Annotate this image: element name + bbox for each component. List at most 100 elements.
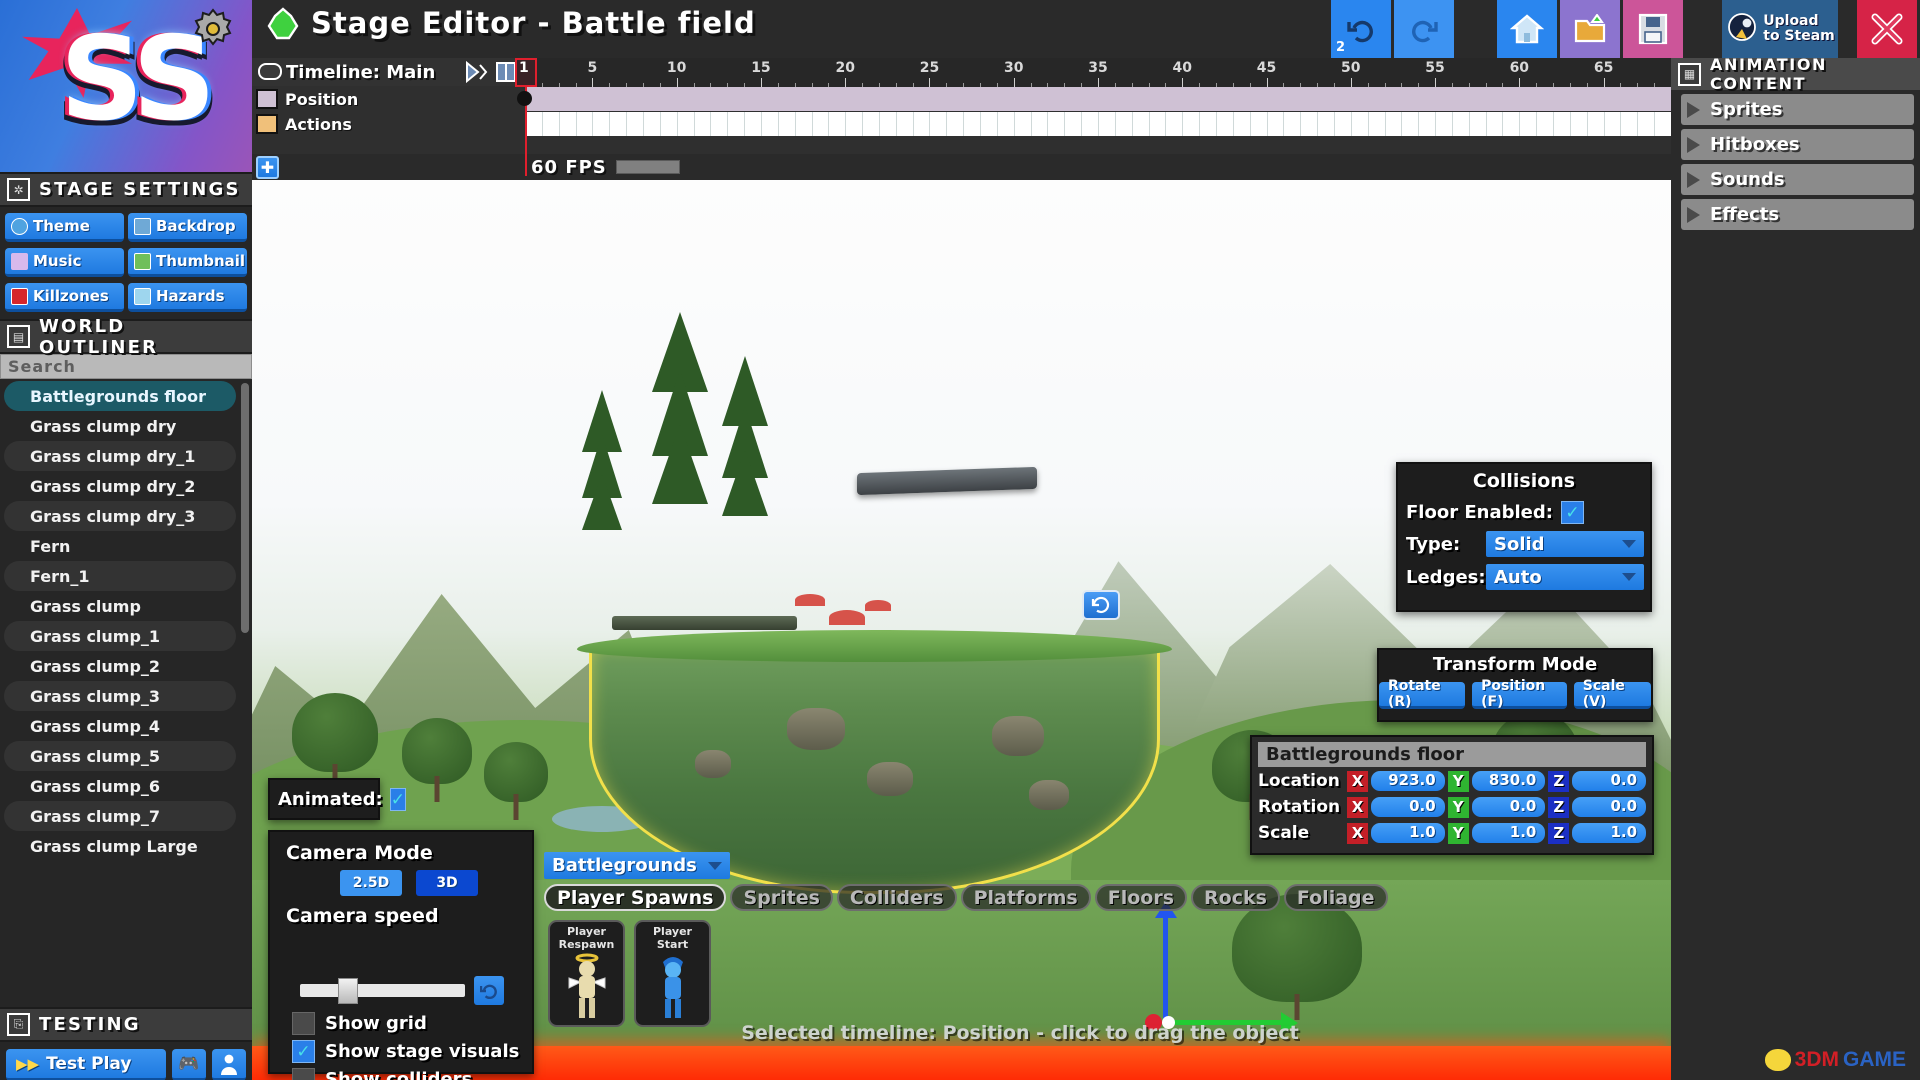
outliner-item[interactable]: Grass clump_4 — [4, 711, 236, 741]
gear-icon[interactable] — [190, 6, 236, 52]
inspector-field-y[interactable]: 830.0 — [1471, 771, 1546, 791]
thumbnail-button[interactable]: Thumbnail — [128, 248, 247, 277]
timeline-panel[interactable]: Timeline: Main 1510152025303540455055606… — [252, 58, 1672, 180]
side-platform[interactable] — [612, 616, 797, 630]
asset-item-player-respawn[interactable]: Player Respawn — [548, 920, 625, 1027]
timeline-ruler[interactable]: 15101520253035404550556065 — [525, 58, 1671, 88]
floor-enabled-checkbox[interactable]: ✓ — [1560, 501, 1584, 524]
keyframe-marker[interactable] — [517, 91, 532, 106]
show-grid-row[interactable]: ✓ Show grid — [292, 1012, 427, 1035]
outliner-scrollbar[interactable] — [241, 383, 249, 633]
theme-button[interactable]: Theme — [5, 213, 124, 242]
lane-gridline — [1199, 112, 1201, 136]
rotate-gizmo-handle[interactable] — [1082, 590, 1120, 620]
show-stage-visuals-row[interactable]: ✓ Show stage visuals — [292, 1040, 519, 1063]
gamepad-button[interactable]: 🎮 — [172, 1049, 206, 1080]
asset-tab[interactable]: Floors — [1094, 884, 1188, 911]
inspector-field-x[interactable]: 0.0 — [1371, 797, 1445, 817]
outliner-item[interactable]: Grass clump_1 — [4, 621, 236, 651]
outliner-list-container[interactable]: Battlegrounds floor Grass clump dry Grass … — [0, 379, 252, 1007]
outliner-item[interactable]: Grass clump_7 — [4, 801, 236, 831]
open-button[interactable] — [1560, 0, 1620, 58]
upload-to-steam-button[interactable]: Upload to Steam — [1722, 0, 1838, 58]
inspector-field-x[interactable]: 923.0 — [1371, 771, 1445, 791]
asset-tab[interactable]: Platforms — [960, 884, 1091, 911]
undo-button[interactable]: 2 — [1331, 0, 1391, 58]
outliner-item[interactable]: Grass clump dry_1 — [4, 441, 236, 471]
outliner-item[interactable]: Grass clump_3 — [4, 681, 236, 711]
asset-tab[interactable]: Rocks — [1191, 884, 1280, 911]
character-button[interactable] — [212, 1049, 246, 1080]
timeline-lane-position[interactable] — [525, 87, 1671, 111]
camera-mode-25d-button[interactable]: 2.5D — [340, 870, 402, 896]
camera-reset-button[interactable] — [474, 976, 504, 1005]
outliner-item[interactable]: Grass clump dry_3 — [4, 501, 236, 531]
inspector-field-z[interactable]: 0.0 — [1572, 797, 1647, 817]
timeline-playhead[interactable]: 1 — [515, 58, 537, 176]
transform-mode-buttons: Rotate (R) Position (F) Scale (V) — [1379, 678, 1651, 710]
inspector-field-y[interactable]: 0.0 — [1471, 797, 1546, 817]
show-stage-visuals-checkbox[interactable]: ✓ — [292, 1040, 315, 1063]
outliner-item[interactable]: Grass clump dry_2 — [4, 471, 236, 501]
animated-checkbox[interactable]: ✓ — [389, 788, 406, 811]
timeline-track-actions[interactable]: Actions ✚ — [252, 112, 1672, 136]
animation-content-label: Sprites — [1710, 99, 1783, 120]
timeline-track-position[interactable]: Position ✚ — [252, 87, 1671, 111]
show-grid-checkbox[interactable]: ✓ — [292, 1012, 315, 1035]
animation-content-row[interactable]: Hitboxes — [1681, 129, 1914, 160]
timeline-lane-actions[interactable] — [525, 112, 1672, 136]
scale-mode-button[interactable]: Scale (V) — [1573, 678, 1651, 710]
inspector-field-y[interactable]: 1.0 — [1471, 823, 1546, 843]
position-mode-button[interactable]: Position (F) — [1472, 678, 1567, 710]
test-play-button[interactable]: ▶▶ Test Play — [6, 1049, 166, 1080]
outliner-item[interactable]: Fern — [4, 531, 236, 561]
outliner-item[interactable]: Grass clump dry — [4, 411, 236, 441]
music-button[interactable]: Music — [5, 248, 124, 277]
inspector-field-z[interactable]: 1.0 — [1572, 823, 1647, 843]
show-colliders-row[interactable]: ✓ Show colliders — [292, 1068, 472, 1080]
redo-button[interactable] — [1394, 0, 1454, 58]
camera-mode-3d-button[interactable]: 3D — [416, 870, 478, 896]
asset-tab[interactable]: Sprites — [730, 884, 833, 911]
outliner-item[interactable]: Battlegrounds floor — [4, 381, 236, 411]
inspector-field-x[interactable]: 1.0 — [1371, 823, 1445, 843]
animation-content-row[interactable]: Effects — [1681, 199, 1914, 230]
timeline-play-button[interactable] — [464, 60, 488, 84]
track-color-swatch — [256, 114, 278, 134]
inspector-field-z[interactable]: 0.0 — [1572, 771, 1647, 791]
film-reel-icon — [258, 63, 282, 80]
outliner-item[interactable]: Grass clump_6 — [4, 771, 236, 801]
animation-content-row[interactable]: Sprites — [1681, 94, 1914, 125]
collision-type-dropdown[interactable]: Solid — [1486, 531, 1644, 557]
asset-item-player-start[interactable]: Player Start — [634, 920, 711, 1027]
outliner-item[interactable]: Grass clump — [4, 591, 236, 621]
asset-category-dropdown[interactable]: Battlegrounds — [544, 852, 730, 879]
asset-tab[interactable]: Foliage — [1283, 884, 1388, 911]
gizmo-axis-y[interactable] — [1163, 913, 1168, 1023]
home-button[interactable] — [1497, 0, 1557, 58]
hazards-button[interactable]: Hazards — [128, 283, 247, 312]
backdrop-button[interactable]: Backdrop — [128, 213, 247, 242]
add-timeline-button[interactable]: ✚ — [256, 155, 279, 179]
asset-tab[interactable]: Player Spawns — [544, 884, 727, 911]
camera-speed-handle[interactable] — [338, 978, 358, 1004]
inspector-row-label: Location — [1258, 771, 1340, 791]
search-input[interactable]: Search — [0, 354, 252, 379]
show-colliders-checkbox[interactable]: ✓ — [292, 1068, 315, 1080]
close-button[interactable] — [1857, 0, 1917, 58]
lane-gridline — [794, 112, 796, 136]
rotate-mode-button[interactable]: Rotate (R) — [1379, 678, 1466, 710]
ledges-dropdown[interactable]: Auto — [1486, 564, 1644, 590]
outliner-item[interactable]: Grass clump Large — [4, 831, 236, 861]
outliner-item[interactable]: Fern_1 — [4, 561, 236, 591]
asset-tab[interactable]: Colliders — [836, 884, 957, 911]
killzones-button[interactable]: Killzones — [5, 283, 124, 312]
stage-settings-buttons: Theme Backdrop Music Thumbnail Killzones… — [0, 207, 252, 319]
camera-speed-slider[interactable] — [300, 984, 465, 997]
animation-content-row[interactable]: Sounds — [1681, 164, 1914, 195]
outliner-item[interactable]: Grass clump_2 — [4, 651, 236, 681]
fps-slider[interactable] — [615, 160, 680, 174]
outliner-item[interactable]: Grass clump_5 — [4, 741, 236, 771]
save-button[interactable] — [1623, 0, 1683, 58]
upload-line2: to Steam — [1763, 28, 1835, 44]
